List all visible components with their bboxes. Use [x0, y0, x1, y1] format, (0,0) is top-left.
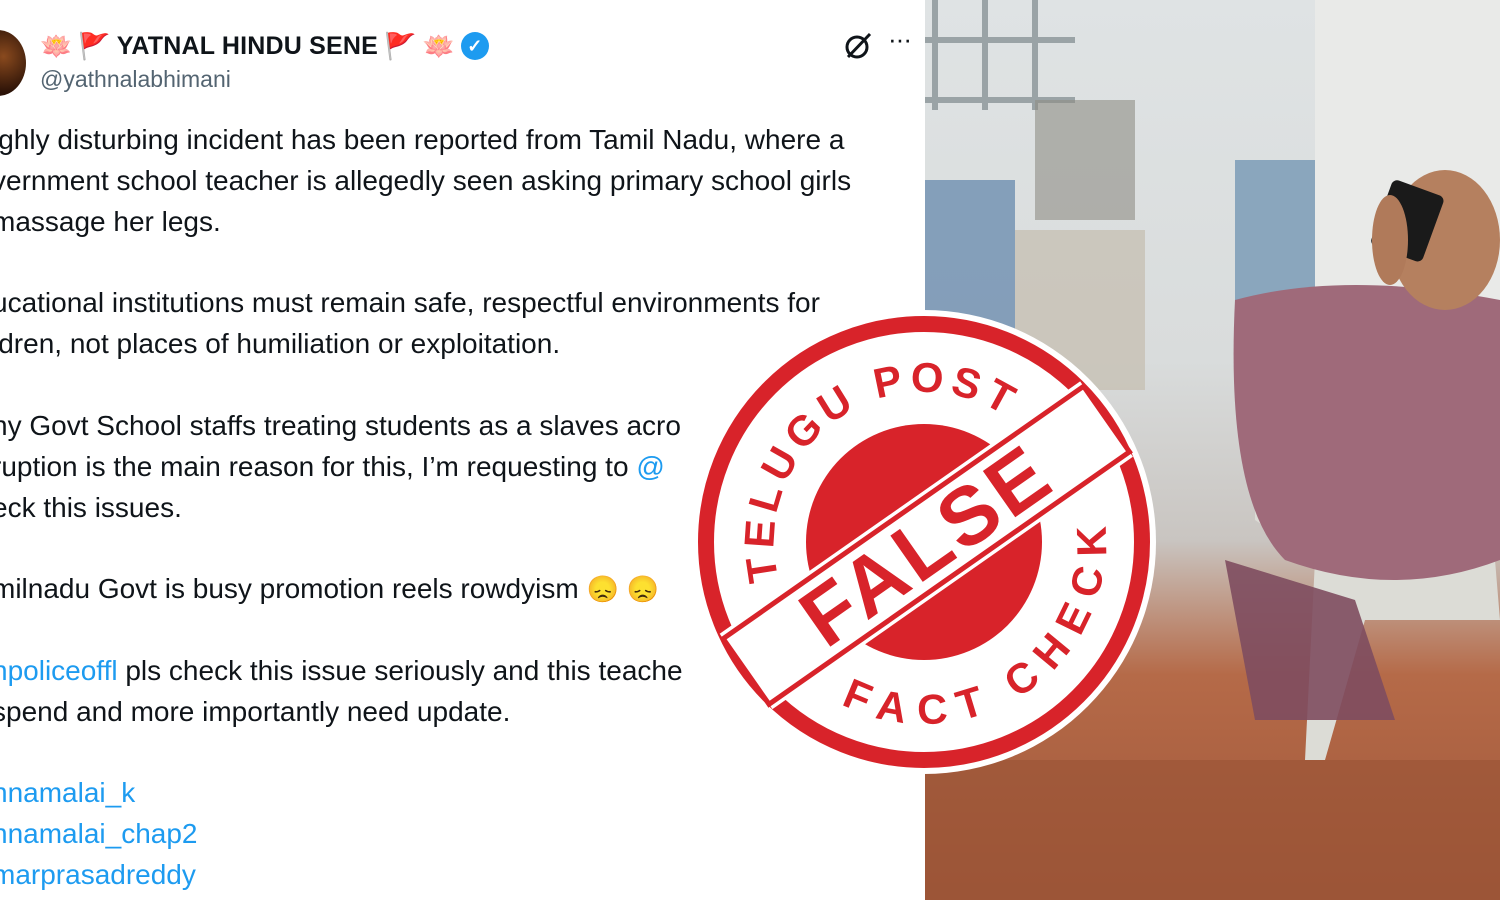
sad-face-emoji: 😞 [626, 574, 659, 604]
tweet-text-line: spend and more importantly need update. [0, 696, 511, 727]
lotus-emoji: 🪷 [40, 31, 73, 61]
mention-link[interactable]: nnamalai_k [0, 775, 135, 811]
display-name-row[interactable]: 🪷 🚩 YATNAL HINDU SENE 🚩 🪷 ✓ [40, 28, 489, 64]
teacher-hand [1372, 195, 1408, 285]
more-options-icon[interactable]: ··· [888, 24, 912, 55]
fact-check-stamp: TELUGU POST FACT CHECK FALSE [690, 308, 1158, 776]
tweet-text-line: ldren, not places of humiliation or expl… [0, 328, 561, 359]
tweet-text-line: ny Govt School staffs treating students … [0, 410, 681, 441]
mention-link[interactable]: npoliceoffl [0, 655, 118, 686]
tweet-text-line: npoliceoffl pls check this issue serious… [0, 653, 683, 689]
grok-icon[interactable] [842, 30, 874, 62]
user-handle[interactable]: @yathnalabhimani [40, 66, 231, 93]
tweet-text-line: milnadu Govt is busy promotion reels row… [0, 571, 659, 607]
tweet-text: pls check this issue seriously and this … [125, 655, 683, 686]
tweet-text: milnadu Govt is busy promotion reels row… [0, 573, 579, 604]
tweet-text-line: ighly disturbing incident has been repor… [0, 124, 845, 155]
avatar[interactable] [0, 30, 26, 96]
flag-emoji: 🚩 [384, 31, 417, 61]
mention-link[interactable]: nnamalai_chap2 [0, 816, 198, 852]
mention-link[interactable]: marprasadreddy [0, 857, 196, 893]
mention-link[interactable]: @ [636, 451, 664, 482]
tweet-text-line: massage her legs. [0, 206, 221, 237]
flag-emoji: 🚩 [78, 31, 111, 61]
tweet-text-line: eck this issues. [0, 492, 182, 523]
tweet-text-line: vernment school teacher is allegedly see… [0, 165, 852, 196]
sad-face-emoji: 😞 [586, 574, 619, 604]
child-face-blur [1035, 100, 1135, 220]
lotus-emoji: 🪷 [422, 31, 455, 61]
window-bars [925, 0, 1075, 110]
tweet-text: ruption is the main reason for this, I’m… [0, 451, 629, 482]
verified-badge-icon: ✓ [460, 32, 489, 60]
floor [925, 760, 1500, 900]
tweet-text-line: ruption is the main reason for this, I’m… [0, 449, 665, 485]
teacher-saree [1233, 285, 1500, 580]
display-name[interactable]: YATNAL HINDU SENE [117, 32, 378, 61]
